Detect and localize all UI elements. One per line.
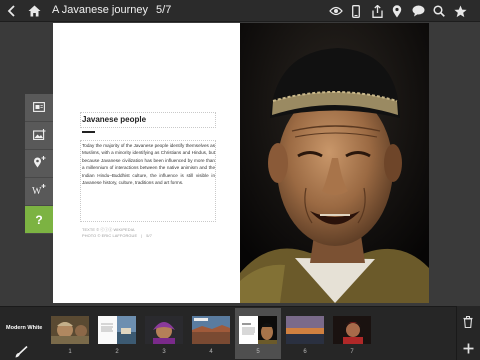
location-tool[interactable] — [25, 150, 53, 178]
page-thumbnail-7[interactable]: 7 — [329, 308, 375, 359]
thumbnail-number: 1 — [68, 349, 72, 355]
svg-text:W: W — [32, 186, 42, 196]
section-heading: Javanese people — [82, 115, 147, 124]
thumbnail-number: 2 — [115, 349, 119, 355]
page-thumbnail-6[interactable]: 6 — [282, 308, 328, 359]
page-thumbnail-2[interactable]: 2 — [94, 308, 140, 359]
thumbnail-image — [192, 316, 230, 344]
thumbnail-number: 7 — [350, 349, 354, 355]
theme-name[interactable]: Modern White — [6, 325, 42, 331]
page-counter: 5/7 — [156, 4, 172, 16]
presentation-title: A Javanese journey 5/7 — [52, 4, 171, 16]
help-label: ? — [35, 212, 43, 227]
photo-credit: PHOTO © ERIC LAFFORGUE — [82, 233, 138, 238]
eye-icon[interactable] — [328, 3, 344, 19]
image-add-icon — [32, 127, 46, 145]
search-icon[interactable] — [431, 3, 447, 19]
trash-icon[interactable] — [460, 314, 476, 330]
thumbnail-number: 5 — [256, 349, 260, 355]
credits: TEXTE © ⓒⓘⓢ WIKIPEDIA PHOTO © ERIC LAFFO… — [82, 227, 152, 239]
thumbnail-number: 3 — [162, 349, 166, 355]
star-icon[interactable] — [452, 3, 468, 19]
text-box-icon — [33, 99, 45, 117]
body-paragraph: Today the majority of the Javanese peopl… — [82, 143, 215, 186]
page-thumbnail-4[interactable]: 4 — [188, 308, 234, 359]
share-icon[interactable] — [369, 3, 385, 19]
wikipedia-icon: W — [32, 183, 46, 201]
wikipedia-tool[interactable]: W — [25, 178, 53, 206]
text-page: Javanese people Today the majority of th… — [53, 23, 240, 303]
location-pin-icon[interactable] — [389, 3, 405, 19]
add-page-icon[interactable] — [460, 340, 476, 356]
back-chevron-icon[interactable] — [4, 3, 20, 19]
thumbnail-image — [333, 316, 371, 344]
thumbnail-image — [286, 316, 324, 344]
phone-icon[interactable] — [348, 3, 364, 19]
thumbnail-image — [51, 316, 89, 344]
thumbnail-image — [145, 316, 183, 344]
home-icon[interactable] — [26, 3, 42, 19]
pin-add-icon — [33, 155, 46, 173]
page-thumbnail-1[interactable]: 1 — [47, 308, 93, 359]
thumbnail-image — [239, 316, 277, 344]
speech-bubble-icon[interactable] — [410, 3, 426, 19]
image-tool[interactable] — [25, 122, 53, 150]
portrait-photo[interactable] — [240, 23, 429, 303]
heading-underline — [82, 131, 95, 133]
app-window: A Javanese journey 5/7 Javanese people To… — [0, 0, 480, 360]
page-thumbnail-5[interactable]: 5 — [235, 308, 281, 359]
page-thumbnail-3[interactable]: 3 — [141, 308, 187, 359]
strip-actions — [456, 306, 480, 360]
title-text: A Javanese journey — [52, 4, 149, 16]
thumbnail-number: 6 — [303, 349, 307, 355]
credit-page-number: 5/7 — [146, 233, 152, 238]
page-strip: Modern White 1 2 3 4 5 6 7 — [0, 306, 480, 360]
thumbnail-number: 4 — [209, 349, 213, 355]
top-toolbar: A Javanese journey 5/7 — [0, 0, 480, 22]
brush-icon[interactable] — [14, 345, 28, 358]
photo-credit-line: PHOTO © ERIC LAFFORGUE | 5/7 — [82, 233, 152, 238]
thumbnail-image — [98, 316, 136, 344]
help-button[interactable]: ? — [25, 206, 53, 234]
tool-panel: W ? — [25, 94, 53, 234]
portrait-image — [240, 23, 429, 303]
text-layout-tool[interactable] — [25, 94, 53, 122]
